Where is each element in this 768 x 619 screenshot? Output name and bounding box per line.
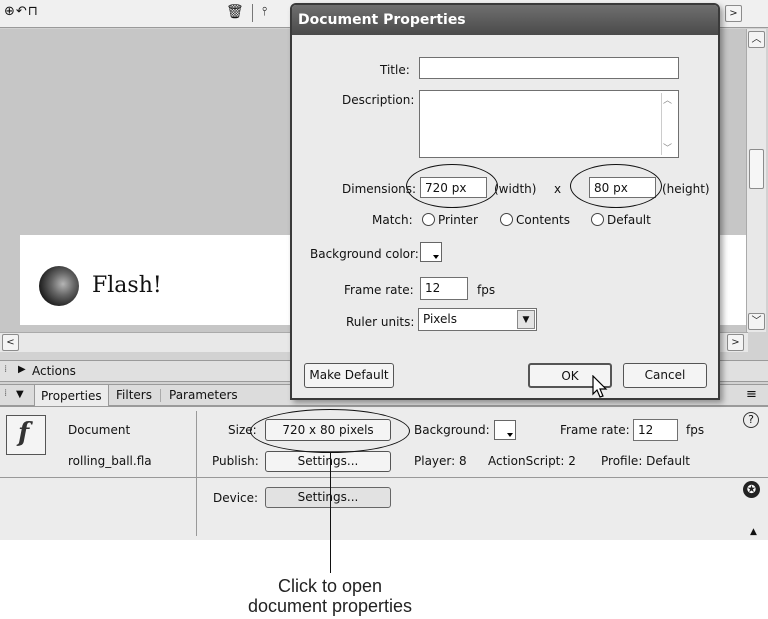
flash-document-icon: f	[6, 415, 46, 455]
frame-rate-field[interactable]: 12	[633, 419, 678, 441]
flash-workspace: ⊕↶⊓ 🗑 ⫯ > Flash! ︿ ﹀ < > ⁞ ▶ Actions ⁞ ▼…	[0, 0, 768, 540]
scroll-up-icon[interactable]: ︿	[748, 31, 765, 48]
callout-line	[330, 453, 331, 573]
description-field[interactable]: ︿ ﹀	[419, 90, 679, 158]
background-color-swatch[interactable]	[494, 420, 516, 440]
frame-rate-label: Frame rate:	[344, 283, 414, 297]
device-settings-button[interactable]: Settings...	[265, 487, 391, 508]
grip-icon[interactable]: ⁞	[4, 364, 7, 375]
make-default-button[interactable]: Make Default	[304, 363, 394, 388]
frame-rate-field[interactable]: 12	[420, 277, 468, 300]
title-field[interactable]	[419, 57, 679, 79]
scroll-right-icon[interactable]: >	[725, 5, 742, 22]
height-unit-label: (height)	[662, 182, 710, 196]
background-label: Background:	[414, 423, 490, 437]
panel-collapse-icon[interactable]: ▲	[750, 527, 757, 537]
playhead-icon[interactable]: ⫯	[262, 4, 267, 19]
chevron-down-icon[interactable]: ▼	[517, 310, 535, 329]
tab-properties[interactable]: Properties	[34, 384, 109, 406]
panel-hr	[197, 477, 768, 478]
match-printer-radio[interactable]	[422, 213, 435, 226]
document-label: Document	[68, 423, 131, 437]
ball-graphic[interactable]	[39, 266, 79, 306]
trash-icon[interactable]: 🗑	[226, 4, 244, 20]
scroll-down-icon[interactable]: ﹀	[748, 313, 765, 330]
tab-divider	[160, 389, 161, 402]
height-highlight-ellipse	[570, 164, 662, 208]
frame-rate-label: Frame rate:	[560, 423, 630, 437]
panel-menu-icon[interactable]: ≡	[746, 387, 757, 402]
match-printer-label[interactable]: Printer	[438, 213, 478, 227]
fps-label: fps	[477, 283, 496, 297]
dimension-separator: x	[554, 182, 562, 196]
help-icon[interactable]: ?	[743, 412, 759, 428]
actions-label[interactable]: Actions	[32, 364, 76, 378]
callout-line2: document properties	[247, 596, 413, 616]
match-label: Match:	[372, 213, 413, 227]
panel-hr-left	[0, 477, 196, 478]
width-highlight-ellipse	[406, 164, 498, 208]
flash-logo-glyph: f	[18, 418, 30, 448]
ruler-units-select[interactable]: Pixels ▼	[418, 308, 537, 331]
fps-label: fps	[686, 423, 705, 437]
scroll-right-icon[interactable]: >	[727, 334, 744, 351]
collapse-arrow-icon[interactable]: ▼	[16, 389, 24, 400]
title-label: Title:	[380, 63, 410, 77]
description-label: Description:	[342, 93, 415, 107]
tab-parameters[interactable]: Parameters	[163, 384, 244, 406]
dialog-title: Document Properties	[292, 5, 718, 35]
scroll-thumb[interactable]	[749, 149, 764, 189]
callout-line1: Click to open	[277, 576, 383, 596]
scroll-down-icon[interactable]: ﹀	[663, 139, 672, 159]
profile-value: Profile: Default	[601, 454, 691, 468]
ruler-units-value: Pixels	[423, 312, 458, 326]
width-unit-label: (width)	[494, 182, 537, 196]
scroll-left-icon[interactable]: <	[2, 334, 19, 351]
match-default-label[interactable]: Default	[607, 213, 651, 227]
dimensions-label: Dimensions:	[342, 182, 417, 196]
publish-settings-button[interactable]: Settings...	[265, 451, 391, 472]
toolbar-divider	[252, 4, 253, 22]
file-name: rolling_ball.fla	[68, 454, 152, 468]
match-default-radio[interactable]	[591, 213, 604, 226]
panel-divider	[196, 411, 197, 536]
vertical-scrollbar[interactable]: ︿ ﹀	[746, 29, 766, 332]
background-color-label: Background color:	[310, 247, 419, 261]
scroll-up-icon[interactable]: ︿	[663, 91, 672, 111]
stage-text[interactable]: Flash!	[92, 273, 162, 298]
device-label: Device:	[213, 491, 259, 505]
ruler-units-label: Ruler units:	[346, 315, 415, 329]
cancel-button[interactable]: Cancel	[623, 363, 707, 388]
expand-arrow-icon[interactable]: ▶	[18, 364, 26, 375]
match-contents-radio[interactable]	[500, 213, 513, 226]
layer-tools-icon[interactable]: ⊕↶⊓	[4, 4, 39, 19]
mouse-pointer-icon	[592, 375, 608, 398]
size-highlight-ellipse	[250, 409, 410, 453]
grip-icon[interactable]: ⁞	[4, 388, 7, 399]
publish-label: Publish:	[212, 454, 259, 468]
match-contents-label[interactable]: Contents	[516, 213, 570, 227]
actionscript-version: ActionScript: 2	[488, 454, 576, 468]
tab-filters[interactable]: Filters	[110, 384, 158, 406]
player-version: Player: 8	[414, 454, 467, 468]
background-color-swatch[interactable]	[420, 242, 442, 262]
document-properties-dialog: Document Properties Title: Description: …	[290, 3, 720, 400]
accessibility-icon[interactable]: ✪	[743, 481, 760, 498]
